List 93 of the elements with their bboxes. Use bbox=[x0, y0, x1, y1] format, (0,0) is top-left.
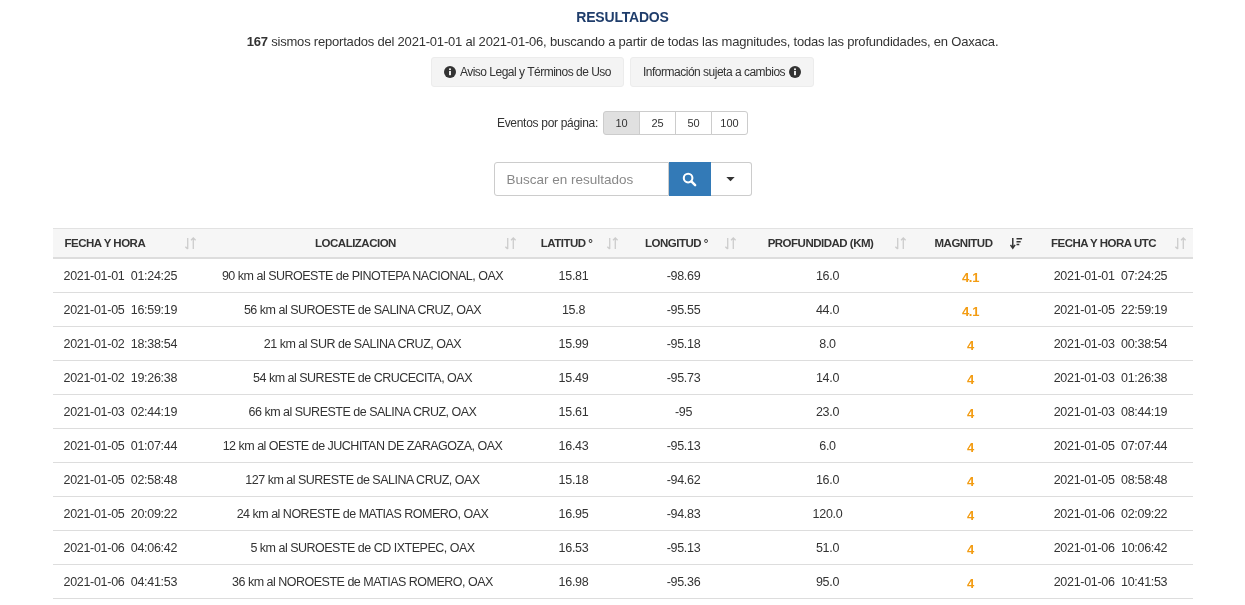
table-cell: 2021-01-03 00:38:54 bbox=[1028, 326, 1193, 361]
page-size-label: Eventos por página: bbox=[496, 116, 598, 130]
table-cell: 127 km al SURESTE de SALINA CRUZ, OAX bbox=[202, 462, 523, 497]
table-cell: 8.0 bbox=[742, 326, 913, 361]
column-header[interactable]: PROFUNDIDAD (KM) bbox=[742, 228, 913, 258]
table-cell: 2021-01-03 08:44:19 bbox=[1028, 394, 1193, 429]
table-cell: 2021-01-06 10:41:53 bbox=[1028, 564, 1193, 599]
table-cell: 95.0 bbox=[742, 564, 913, 599]
table-cell: -95.36 bbox=[624, 564, 743, 599]
table-cell: 6.0 bbox=[742, 428, 913, 463]
table-cell: 24 km al NORESTE de MATIAS ROMERO, OAX bbox=[202, 496, 523, 531]
magnitude-cell: 4 bbox=[912, 394, 1029, 429]
caret-icon bbox=[726, 176, 735, 182]
table-cell: 2021-01-06 04:06:42 bbox=[52, 530, 203, 565]
magnitude-cell: 4 bbox=[912, 530, 1029, 565]
table-cell: 15.49 bbox=[522, 360, 625, 395]
page-size-option[interactable]: 10 bbox=[603, 111, 640, 135]
search-icon bbox=[682, 171, 697, 187]
column-header[interactable]: LONGITUD ° bbox=[624, 228, 743, 258]
column-header[interactable]: LATITUD ° bbox=[522, 228, 625, 258]
table-cell: -95.55 bbox=[624, 292, 743, 327]
column-header[interactable]: MAGNITUD bbox=[912, 228, 1029, 258]
table-cell: -94.62 bbox=[624, 462, 743, 497]
dropdown-button[interactable] bbox=[710, 162, 752, 196]
table-cell: 15.99 bbox=[522, 326, 625, 361]
table-cell: 2021-01-01 01:24:25 bbox=[52, 258, 203, 293]
table-cell: 120.0 bbox=[742, 496, 913, 531]
table-cell: 2021-01-01 07:24:25 bbox=[1028, 258, 1193, 293]
table-cell: 2021-01-06 10:06:42 bbox=[1028, 530, 1193, 565]
search-button[interactable] bbox=[668, 162, 711, 196]
info-icon bbox=[443, 66, 456, 78]
table-cell: 16.98 bbox=[522, 564, 625, 599]
table-cell: 12 km al OESTE de JUCHITAN DE ZARAGOZA, OAX bbox=[202, 428, 523, 463]
magnitude-cell: 4 bbox=[912, 360, 1029, 395]
table-cell: 15.8 bbox=[522, 292, 625, 327]
table-cell: 54 km al SURESTE de CRUCECITA, OAX bbox=[202, 360, 523, 395]
page-size-option[interactable]: 25 bbox=[639, 111, 676, 135]
column-header[interactable]: LOCALIZACION bbox=[202, 228, 523, 258]
table-cell: 2021-01-05 01:07:44 bbox=[52, 428, 203, 463]
table-cell: 16.95 bbox=[522, 496, 625, 531]
table-cell: 16.0 bbox=[742, 258, 913, 293]
table-cell: 90 km al SUROESTE de PINOTEPA NACIONAL, OAX bbox=[202, 258, 523, 293]
table-cell: -95.13 bbox=[624, 428, 743, 463]
table-cell: 2021-01-02 19:26:38 bbox=[52, 360, 203, 395]
table-cell: 2021-01-05 07:07:44 bbox=[1028, 428, 1193, 463]
search-field[interactable]: Buscar en resultados bbox=[493, 162, 669, 196]
table-cell: 51.0 bbox=[742, 530, 913, 565]
table-cell: -95 bbox=[624, 394, 743, 429]
table-cell: 15.18 bbox=[522, 462, 625, 497]
table-cell: 66 km al SURESTE de SALINA CRUZ, OAX bbox=[202, 394, 523, 429]
table-cell: 2021-01-02 18:38:54 bbox=[52, 326, 203, 361]
table-cell: 2021-01-06 04:41:53 bbox=[52, 564, 203, 599]
table-cell: 16.0 bbox=[742, 462, 913, 497]
table-cell: 15.81 bbox=[522, 258, 625, 293]
results-heading: RESULTADOS bbox=[576, 9, 669, 25]
table-cell: 15.61 bbox=[522, 394, 625, 429]
table-cell: 14.0 bbox=[742, 360, 913, 395]
results-summary: 167 sismos reportados del 2021-01-01 al 2021-01-06, buscando a partir de todas las magnitudes, todas las profundidades, en Oaxaca. bbox=[246, 34, 999, 49]
table-cell: 2021-01-05 16:59:19 bbox=[52, 292, 203, 327]
table-cell: 2021-01-05 08:58:48 bbox=[1028, 462, 1193, 497]
magnitude-cell: 4 bbox=[912, 564, 1029, 599]
notice-button[interactable]: Aviso Legal y Términos de Uso bbox=[430, 57, 625, 87]
table-cell: 5 km al SUROESTE de CD IXTEPEC, OAX bbox=[202, 530, 523, 565]
magnitude-cell: 4.1 bbox=[912, 292, 1029, 327]
info-icon bbox=[789, 66, 802, 78]
table-cell: 2021-01-03 01:26:38 bbox=[1028, 360, 1193, 395]
table-cell: 2021-01-05 22:59:19 bbox=[1028, 292, 1193, 327]
table-cell: 36 km al NOROESTE de MATIAS ROMERO, OAX bbox=[202, 564, 523, 599]
table-cell: -95.18 bbox=[624, 326, 743, 361]
table-cell: 23.0 bbox=[742, 394, 913, 429]
column-header[interactable]: FECHA Y HORA bbox=[52, 228, 203, 258]
table-cell: 44.0 bbox=[742, 292, 913, 327]
table-cell: 2021-01-03 02:44:19 bbox=[52, 394, 203, 429]
table-cell: 2021-01-06 02:09:22 bbox=[1028, 496, 1193, 531]
table-cell: -98.69 bbox=[624, 258, 743, 293]
table-cell: 56 km al SUROESTE de SALINA CRUZ, OAX bbox=[202, 292, 523, 327]
notice-button[interactable]: Información sujeta a cambios bbox=[630, 57, 815, 87]
magnitude-cell: 4 bbox=[912, 496, 1029, 531]
page-size-option[interactable]: 50 bbox=[675, 111, 712, 135]
table-cell: -94.83 bbox=[624, 496, 743, 531]
table-cell: -95.73 bbox=[624, 360, 743, 395]
column-header[interactable]: FECHA Y HORA UTC bbox=[1028, 228, 1193, 258]
table-cell: 2021-01-05 02:58:48 bbox=[52, 462, 203, 497]
table-cell: 21 km al SUR de SALINA CRUZ, OAX bbox=[202, 326, 523, 361]
magnitude-cell: 4 bbox=[912, 462, 1029, 497]
magnitude-cell: 4 bbox=[912, 428, 1029, 463]
magnitude-cell: 4.1 bbox=[912, 258, 1029, 293]
table-cell: -95.13 bbox=[624, 530, 743, 565]
page-size-option[interactable]: 100 bbox=[711, 111, 748, 135]
table-cell: 2021-01-05 20:09:22 bbox=[52, 496, 203, 531]
magnitude-cell: 4 bbox=[912, 326, 1029, 361]
table-cell: 16.43 bbox=[522, 428, 625, 463]
table-cell: 16.53 bbox=[522, 530, 625, 565]
